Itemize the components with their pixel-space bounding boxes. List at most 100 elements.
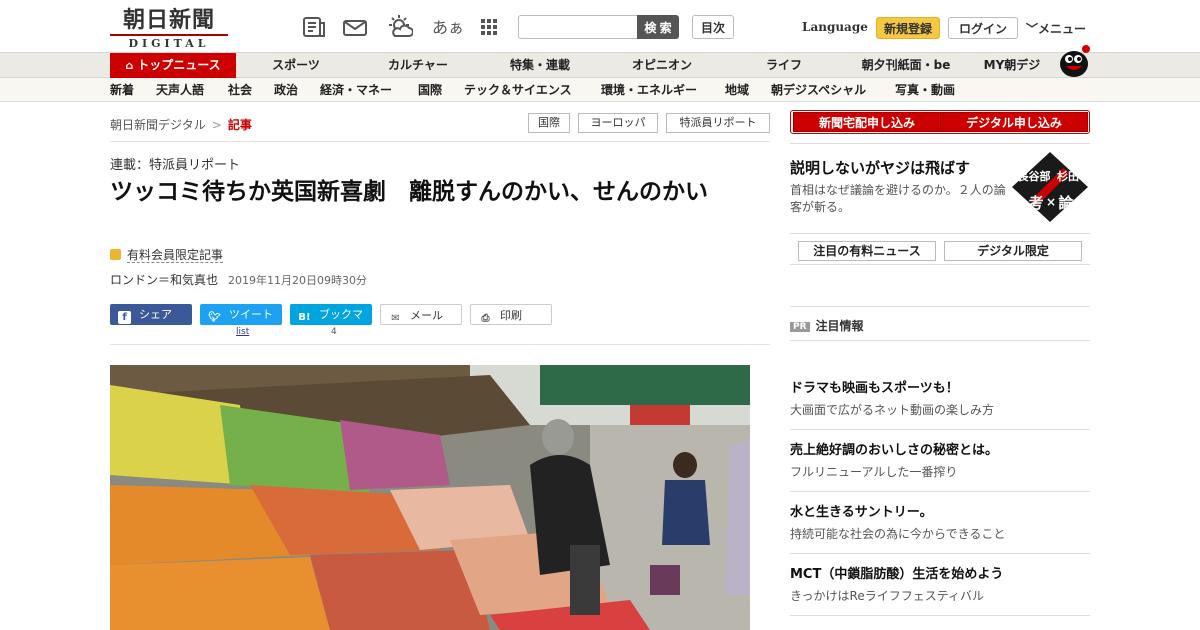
promo-title[interactable]: 説明しないがヤジは飛ばす [790,157,970,178]
font-size-icon[interactable]: あぁ [432,14,464,38]
register-button[interactable]: 新規登録 [876,17,940,39]
divider [790,429,1090,430]
article-headline: ツッコミ待ちか英国新喜劇 離脱すんのかい、せんのかい [110,179,708,205]
ad-description: 大画面で広がるネット動画の楽しみ方 [790,403,995,417]
ad-title: 水と生きるサントリー。 [790,505,933,520]
divider [790,491,1090,492]
menu-button[interactable]: ﹀メニュー [1026,20,1086,37]
byline: ロンドン＝和気真也 2019年11月20日09時30分 [110,271,367,288]
chevron-down-icon: ﹀ [1026,22,1039,36]
newspaper-icon[interactable] [301,14,327,40]
tag-europe[interactable]: ヨーロッパ [578,113,658,133]
nav-label: トップニュース [137,58,221,72]
ad-description: きっかけはReライフフェスティバル [790,589,984,603]
pr-heading: PR 注目情報 [790,317,864,334]
tag-international[interactable]: 国際 [528,113,570,133]
digital-subscribe-button[interactable]: デジタル申し込み [940,112,1088,132]
nav2-economy[interactable]: 経済・マネー [320,78,392,102]
badge-name-hasebe: 長谷部 [1018,169,1051,183]
nav2-tensei[interactable]: 天声人語 [156,78,204,102]
article-photo[interactable] [110,365,750,630]
nav-life[interactable]: ライフ [724,53,844,78]
breadcrumb-separator: > [211,118,222,132]
logo-japanese: 朝日新聞 [122,7,215,33]
nav2-photo-video[interactable]: 写真・動画 [895,78,955,102]
bookmark-count: 4 [331,327,337,337]
badge-char-ron: 論 [1058,194,1074,212]
ad-item[interactable]: 水と生きるサントリー。 持続可能な社会の為に今からできること [790,504,1090,544]
share-label: シェア [139,308,172,321]
pr-label: 注目情報 [815,319,864,333]
paid-member-label[interactable]: 有料会員限定記事 [110,246,224,263]
nav2-tech[interactable]: テック＆サイエンス [464,78,572,102]
ad-item[interactable]: ドラマも映画もスポーツも！ 大画面で広がるネット動画の楽しみ方 [790,380,1090,420]
nav2-region[interactable]: 地域 [725,78,749,102]
secondary-nav: 新着 天声人語 社会 政治 経済・マネー 国際 テック＆サイエンス 環境・エネル… [0,78,1200,102]
divider [790,306,1090,307]
divider [110,344,770,345]
promo-badge-image[interactable]: 長谷部 杉田 考 × 論 [1012,152,1088,222]
nav2-society[interactable]: 社会 [228,78,252,102]
breadcrumb-home[interactable]: 朝日新聞デジタル [110,118,206,132]
menu-label: メニュー [1038,22,1087,36]
tweet-list-link[interactable]: list [236,327,249,337]
divider [110,141,770,142]
hatena-bookmark-button[interactable]: B! ブックマーク [290,304,372,342]
divider [790,264,1090,265]
mail-share-button[interactable]: ✉ メール [380,304,462,325]
badge-cross: × [1046,195,1056,209]
hatena-icon: B! [298,312,311,323]
toc-button[interactable]: 目次 [692,15,734,39]
divider [790,615,1090,616]
logo-english: DIGITAL [110,34,228,50]
nav2-special[interactable]: 朝デジスペシャル [771,78,866,102]
nav-opinion[interactable]: オピニオン [602,53,722,78]
ad-title: MCT（中鎖脂肪酸）生活を始めよう [790,567,1004,582]
tab-digital-only[interactable]: デジタル限定 [944,241,1082,261]
newspaper-subscribe-button[interactable]: 新聞宅配申し込み [793,112,941,132]
envelope-icon: ✉ [391,313,400,324]
tweet-button[interactable]: 🐦︎ ツイート [200,304,282,325]
login-button[interactable]: ログイン [948,17,1018,39]
promo-description: 首相はなぜ議論を避けるのか。２人の論客が斬る。 [790,183,1006,214]
pr-badge: PR [790,322,810,332]
print-button[interactable]: ⎙ 印刷 [470,304,552,325]
site-logo[interactable]: 朝日新聞 DIGITAL [110,7,228,50]
ad-item[interactable]: MCT（中鎖脂肪酸）生活を始めよう きっかけはReライフフェスティバル [790,566,1090,606]
lock-icon [110,249,121,260]
mascot-icon [1060,45,1090,77]
nav-paper[interactable]: 朝夕刊紙面・be [846,53,966,78]
nav-features[interactable]: 特集・連載 [480,53,600,78]
article-series[interactable]: 連載：特派員リポート [110,154,240,173]
nav-my-asadigi[interactable]: MY朝デジ [968,53,1056,78]
publish-date: 2019年11月20日09時30分 [228,274,367,287]
divider [790,340,1090,341]
nav2-politics[interactable]: 政治 [274,78,298,102]
search-input[interactable] [518,15,638,39]
grid-menu-icon[interactable] [476,14,502,40]
nav-culture[interactable]: カルチャー [358,53,478,78]
author: ロンドン＝和気真也 [110,273,219,287]
facebook-share-button[interactable]: f シェア [110,304,192,325]
ad-item[interactable]: 売上絶好調のおいしさの秘密とは。 フルリニューアルした一番搾り [790,442,1090,482]
mail-icon[interactable] [342,14,368,40]
twitter-icon: 🐦︎ [208,312,221,323]
tag-correspondent[interactable]: 特派員リポート [666,113,770,133]
divider [790,143,1090,144]
tab-paid-news[interactable]: 注目の有料ニュース [798,241,936,261]
badge-name-sugita: 杉田 [1057,169,1079,183]
paid-member-text: 有料会員限定記事 [127,248,224,263]
nav-top-news[interactable]: ⌂ トップニュース [110,53,236,78]
weather-icon[interactable] [387,14,414,40]
language-link[interactable]: Language [802,20,868,34]
ad-title: 売上絶好調のおいしさの秘密とは。 [790,443,999,458]
nav2-environment[interactable]: 環境・エネルギー [601,78,697,102]
search-button[interactable]: 検 索 [637,15,679,39]
printer-icon: ⎙ [481,313,490,324]
badge-char-kou: 考 [1028,194,1043,212]
ad-title: ドラマも映画もスポーツも！ [790,381,959,396]
breadcrumb-current: 記事 [227,118,252,132]
nav2-international[interactable]: 国際 [418,78,442,102]
nav2-latest[interactable]: 新着 [110,78,134,102]
nav-sports[interactable]: スポーツ [236,53,356,78]
